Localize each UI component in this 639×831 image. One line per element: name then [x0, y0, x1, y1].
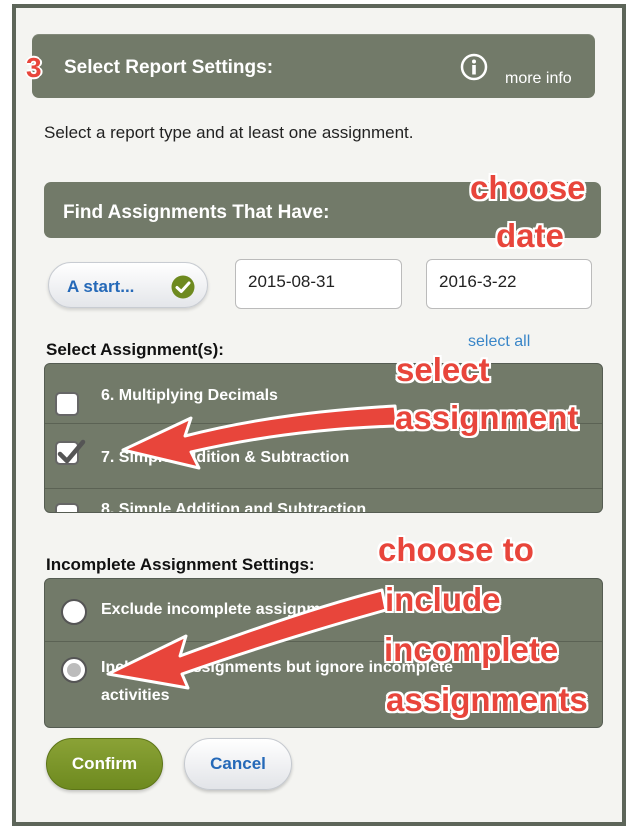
assignment-label: 8. Simple Addition and Subtraction: [101, 501, 367, 513]
section-title: Select Report Settings:: [64, 57, 274, 78]
annotation-include-4: assignments: [386, 681, 588, 718]
annotation-arrow-assignment: [121, 404, 399, 470]
assignment-checkbox[interactable]: [55, 503, 79, 512]
annotation-include-3: incomplete: [384, 631, 559, 668]
checkmark-icon: [57, 439, 86, 464]
cancel-button[interactable]: Cancel: [184, 738, 292, 790]
select-assignments-label: Select Assignment(s):: [46, 340, 224, 359]
annotation-select-1: select: [396, 351, 490, 388]
assignment-checkbox[interactable]: [55, 392, 79, 416]
annotation-include-2: include: [385, 581, 501, 618]
end-date-input[interactable]: 2016-3-22: [426, 259, 592, 309]
more-info-link[interactable]: more info: [505, 70, 572, 88]
annotation-arrow-incomplete: [106, 588, 388, 690]
list-item[interactable]: 8. Simple Addition and Subtraction: [45, 489, 602, 513]
annotation-choose-date-2: date: [496, 217, 564, 254]
find-assignments-title: Find Assignments That Have:: [63, 202, 330, 223]
step-number: 3: [26, 52, 42, 83]
annotation-choose-date-1: choose: [470, 169, 586, 206]
annotation-select-2: assignment: [395, 399, 579, 436]
intro-text: Select a report type and at least one as…: [44, 123, 414, 142]
date-type-label: A start...: [67, 277, 135, 296]
confirm-button[interactable]: Confirm: [46, 738, 163, 790]
incomplete-settings-label: Incomplete Assignment Settings:: [46, 555, 315, 574]
check-circle-icon: [171, 275, 195, 299]
info-icon[interactable]: [460, 53, 488, 81]
assignment-checkbox[interactable]: [55, 439, 86, 465]
start-date-input[interactable]: 2015-08-31: [235, 259, 402, 309]
annotation-include-1: choose to: [378, 531, 534, 568]
select-all-link[interactable]: select all: [468, 333, 530, 351]
